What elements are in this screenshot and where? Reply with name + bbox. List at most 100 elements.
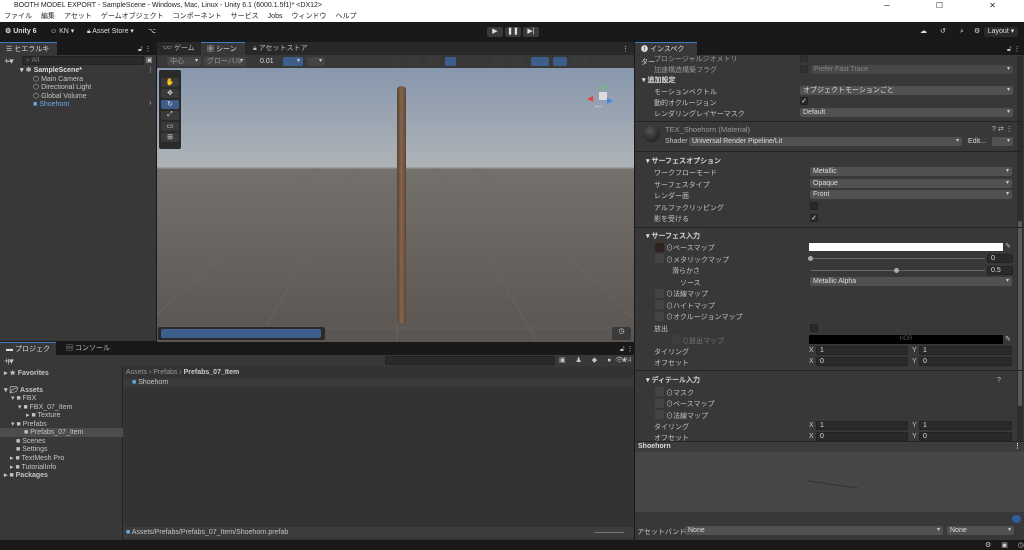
window-controls[interactable]: ─ ☐ ✕ (884, 0, 1018, 11)
account-button[interactable]: ☺ KN ▾ (50, 22, 74, 42)
menu-assets[interactable]: アセット (64, 13, 92, 20)
effects-icon[interactable] (445, 57, 456, 66)
detail-mask-slot[interactable] (655, 387, 664, 396)
tab-game[interactable]: 👓︎ ゲーム (157, 42, 201, 55)
accel-checkbox[interactable] (800, 65, 808, 73)
version-control-icon[interactable]: ⌥ (148, 22, 156, 42)
edit-shader-button[interactable]: Edit... (966, 137, 988, 146)
smoothness-slider-handle[interactable] (894, 268, 899, 273)
scene-viewport[interactable]: ✋ ✥ ↻ ⤢ ▭ ⊞ ▲ ◀ ▶ ⟵ ◷ (157, 68, 634, 342)
section-surface-options[interactable]: ▾ サーフェスオプション (640, 156, 1024, 167)
gizmos-icon[interactable] (592, 57, 610, 66)
pause-button[interactable]: ❚❚ (505, 27, 521, 37)
play-button[interactable]: ▶ (487, 27, 503, 37)
project-search-input[interactable] (385, 356, 555, 365)
height-map-slot[interactable] (655, 300, 664, 309)
lock-icon[interactable]: 🔓︎ ⋮ (138, 45, 151, 54)
motion-vector-dropdown[interactable]: オブジェクトモーションごと (800, 86, 1013, 95)
asset-bundle-dropdown[interactable]: None (685, 526, 943, 535)
tab-scene[interactable]: ▦ シーン (201, 42, 245, 55)
menu-file[interactable]: ファイル (4, 13, 32, 20)
detail-tiling-y-field[interactable]: 1 (919, 421, 1012, 430)
detail-offset-y-field[interactable]: 0 (919, 432, 1012, 441)
increment-snap-toggle[interactable] (307, 57, 325, 66)
menu-gameobject[interactable]: ゲームオブジェクト (101, 13, 164, 20)
detail-base-slot[interactable] (655, 399, 664, 408)
unity-button[interactable]: ⚙ Unity 6 (5, 22, 37, 42)
visibility-icon[interactable] (531, 57, 549, 66)
tab-hierarchy[interactable]: ☰ ヒエラルキー (0, 42, 57, 66)
tab-project[interactable]: ▬ プロジェクト (0, 342, 56, 366)
breadcrumb-assets[interactable]: Assets (126, 369, 147, 376)
metallic-map-slot[interactable] (655, 254, 664, 263)
layer-mask-dropdown[interactable]: Default (800, 108, 1013, 117)
section-additional[interactable]: ▾ 追加設定 (636, 75, 1020, 86)
zoom-slider[interactable] (594, 532, 624, 533)
shoehorn-model[interactable] (397, 86, 406, 323)
pivot-dropdown[interactable]: 中心 (167, 57, 201, 66)
settings-icon[interactable]: ⚙ (974, 22, 980, 42)
material-header-icons[interactable]: ? ⇄ ⋮ (992, 125, 1013, 133)
tab-asset-store[interactable]: 🔒︎ アセットストア (247, 42, 314, 55)
tree-packages[interactable]: ▸ ■ Packages (4, 471, 48, 480)
asset-bundle-variant-dropdown[interactable]: None (947, 526, 1014, 535)
chevron-right-icon[interactable]: › (149, 100, 151, 107)
overlay-buttons[interactable] (161, 329, 321, 338)
dynamic-occlusion-checkbox[interactable]: ✓ (800, 97, 808, 105)
search-filter-icon[interactable]: ▣ (146, 56, 153, 64)
offset-y-field[interactable]: 0 (919, 357, 1012, 366)
surface-type-dropdown[interactable]: Opaque (810, 179, 1012, 188)
step-button[interactable]: ▶| (523, 27, 539, 37)
metallic-slider[interactable] (811, 258, 985, 259)
help-icon[interactable]: ? (997, 377, 1001, 384)
render-face-dropdown[interactable]: Front (810, 190, 1012, 199)
eye-icon[interactable] (553, 57, 567, 66)
audio-icon[interactable] (492, 57, 504, 66)
menu-icon[interactable]: ⋮ (622, 45, 629, 53)
section-surface-inputs[interactable]: ▾ サーフェス入力 (640, 231, 1024, 242)
label-tag-icon[interactable] (1012, 515, 1021, 523)
menu-component[interactable]: コンポーネント (173, 13, 222, 20)
grid-snap-toggle[interactable] (283, 57, 303, 66)
tree-fbx[interactable]: ▾ ■ FBX (11, 394, 36, 403)
snap-value[interactable]: 0.01 (260, 58, 274, 65)
normal-map-slot[interactable] (655, 289, 664, 298)
status-bar-icons[interactable]: ⚙ ▣ ◷ (985, 541, 1024, 549)
lock-icon[interactable]: 🔓︎ ⋮ (1007, 45, 1020, 54)
hierarchy-search-input[interactable]: ⌕ All (22, 56, 144, 65)
lock-icon[interactable]: 🔓︎ ⋮ (620, 345, 633, 354)
cloud-icon[interactable]: ☁ (920, 22, 927, 42)
breadcrumb-prefabs[interactable]: Prefabs (153, 369, 177, 376)
asset-item-shoehorn[interactable]: ■ Shoehorn (132, 378, 169, 387)
add-button[interactable]: +▾ (4, 56, 14, 67)
metallic-value-field[interactable]: 0 (987, 254, 1013, 263)
camera-overlay-icon[interactable]: ◷ (612, 327, 631, 340)
draw-mode-icon[interactable] (390, 57, 401, 66)
scene-gizmo[interactable]: ▲ ◀ ▶ ⟵ (587, 82, 617, 112)
metallic-slider-handle[interactable] (808, 256, 813, 261)
emission-checkbox[interactable] (810, 324, 818, 332)
rotate-tool-icon[interactable]: ↻ (161, 100, 179, 109)
tree-prefabs-item-selected[interactable]: ■ Prefabs_07_Item (24, 428, 84, 437)
occlusion-map-slot[interactable] (655, 312, 664, 321)
camera-icon[interactable] (571, 57, 589, 66)
tree-settings[interactable]: ■ Settings (16, 445, 47, 454)
menu-edit[interactable]: 編集 (41, 13, 55, 20)
breadcrumb-current[interactable]: Prefabs_07_Item (184, 369, 240, 376)
workflow-dropdown[interactable]: Metallic (810, 167, 1012, 176)
fx-icon[interactable] (511, 57, 523, 66)
shader-menu-dropdown[interactable] (992, 137, 1013, 146)
tab-console[interactable]: ▤ コンソール (60, 342, 116, 355)
procedural-checkbox[interactable] (800, 54, 808, 62)
preview-header[interactable]: Shoehorn ⋮ (635, 441, 1024, 452)
history-icon[interactable]: ↺ (940, 22, 946, 42)
hand-tool-icon[interactable]: ✋ (161, 78, 179, 87)
scale-tool-icon[interactable]: ⤢ (161, 111, 179, 120)
transform-tool-icon[interactable]: ⊞ (161, 133, 179, 142)
emission-color-hdr[interactable]: HDR (809, 335, 1003, 344)
move-tool-icon[interactable]: ✥ (161, 89, 179, 98)
receive-shadows-checkbox[interactable]: ✓ (810, 214, 818, 222)
tree-textmesh[interactable]: ▸ ■ TextMesh Pro (10, 454, 64, 463)
menu-help[interactable]: ヘルプ (335, 13, 356, 20)
tree-texture[interactable]: ▸ ■ Texture (26, 411, 60, 420)
